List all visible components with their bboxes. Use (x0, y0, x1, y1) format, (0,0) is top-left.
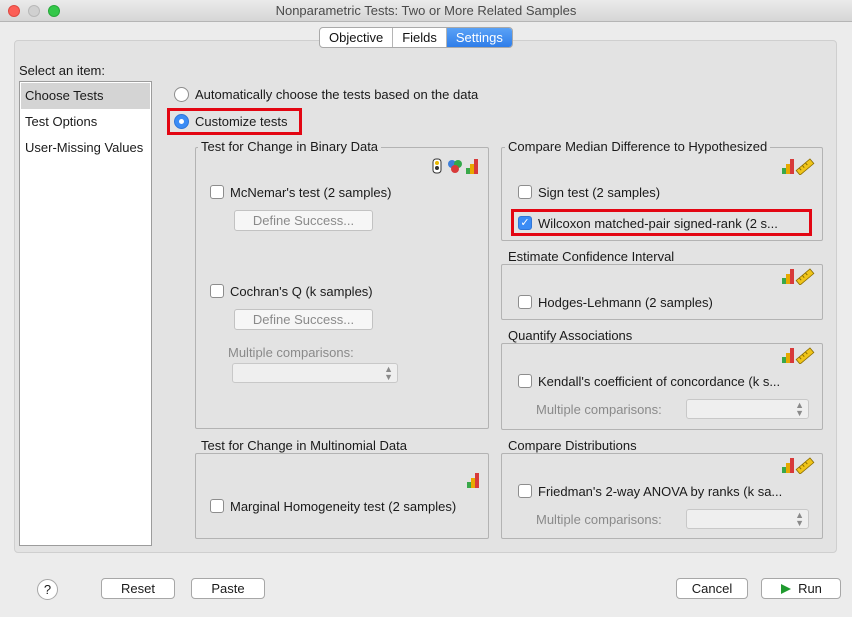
run-label: Run (798, 581, 822, 596)
tab-bar: Objective Fields Settings (319, 27, 513, 48)
wilcoxon-label[interactable]: Wilcoxon matched-pair signed-rank (2 s..… (538, 216, 778, 231)
sidebar-item-choose-tests[interactable]: Choose Tests (21, 83, 150, 109)
sign-test-checkbox[interactable] (518, 185, 532, 199)
confidence-interval-group (501, 264, 823, 320)
cancel-button[interactable]: Cancel (676, 578, 748, 599)
binary-group-title: Test for Change in Binary Data (198, 139, 382, 154)
marginal-homogeneity-checkbox[interactable] (210, 499, 224, 513)
wilcoxon-checkbox[interactable]: ✓ (518, 216, 532, 230)
multinomial-group-title: Test for Change in Multinomial Data (198, 438, 410, 453)
play-icon (781, 583, 792, 594)
distributions-multiple-comparisons-label: Multiple comparisons: (536, 512, 662, 527)
bar-chart-icon (467, 473, 479, 488)
kendall-checkbox[interactable] (518, 374, 532, 388)
scale-icons (782, 457, 815, 474)
marginal-homogeneity-label[interactable]: Marginal Homogeneity test (2 samples) (230, 499, 456, 514)
select-arrows-icon: ▲ ▼ (384, 364, 393, 382)
binary-test-icons (432, 158, 478, 174)
window-title: Nonparametric Tests: Two or More Related… (275, 3, 577, 18)
scale-icons (782, 347, 815, 364)
associations-multiple-comparisons-label: Multiple comparisons: (536, 402, 662, 417)
hodges-lehmann-checkbox[interactable] (518, 295, 532, 309)
auto-tests-label[interactable]: Automatically choose the tests based on … (195, 87, 478, 102)
sidebar-item-test-options[interactable]: Test Options (21, 109, 150, 135)
hodges-lehmann-label[interactable]: Hodges-Lehmann (2 samples) (538, 295, 713, 310)
mcnemar-label[interactable]: McNemar's test (2 samples) (230, 185, 391, 200)
select-arrows-icon: ▲ ▼ (795, 400, 804, 418)
tab-objective[interactable]: Objective (320, 28, 394, 47)
binary-multiple-comparisons-label: Multiple comparisons: (228, 345, 354, 360)
customize-tests-label[interactable]: Customize tests (195, 114, 287, 129)
run-button[interactable]: Run (761, 578, 841, 599)
friedman-checkbox[interactable] (518, 484, 532, 498)
sidebar-heading: Select an item: (19, 63, 105, 78)
checkmark-icon: ✓ (520, 217, 530, 229)
sidebar-item-user-missing-values[interactable]: User-Missing Values (21, 135, 150, 161)
help-button[interactable]: ? (37, 579, 58, 600)
reset-button[interactable]: Reset (101, 578, 175, 599)
median-group-title: Compare Median Difference to Hypothesize… (505, 139, 771, 154)
scale-icons (782, 268, 815, 285)
confidence-group-title: Estimate Confidence Interval (505, 249, 678, 264)
kendall-label[interactable]: Kendall's coefficient of concordance (k … (538, 374, 780, 389)
cochran-checkbox[interactable] (210, 284, 224, 298)
distributions-group-title: Compare Distributions (505, 438, 640, 453)
paste-button[interactable]: Paste (191, 578, 265, 599)
customize-tests-radio[interactable] (174, 114, 189, 129)
binary-multiple-comparisons-select[interactable]: ▲ ▼ (232, 363, 398, 383)
associations-multiple-comparisons-select[interactable]: ▲ ▼ (686, 399, 809, 419)
sign-test-label[interactable]: Sign test (2 samples) (538, 185, 660, 200)
associations-group-title: Quantify Associations (505, 328, 636, 343)
tab-settings[interactable]: Settings (446, 28, 512, 47)
distributions-multiple-comparisons-select[interactable]: ▲ ▼ (686, 509, 809, 529)
friedman-label[interactable]: Friedman's 2-way ANOVA by ranks (k sa... (538, 484, 782, 499)
mcnemar-checkbox[interactable] (210, 185, 224, 199)
auto-tests-radio[interactable] (174, 87, 189, 102)
select-arrows-icon: ▲ ▼ (795, 510, 804, 528)
define-success-button-2[interactable]: Define Success... (234, 309, 373, 330)
define-success-button-1[interactable]: Define Success... (234, 210, 373, 231)
scale-icons (782, 158, 815, 175)
cochran-label[interactable]: Cochran's Q (k samples) (230, 284, 373, 299)
tab-fields[interactable]: Fields (393, 28, 447, 47)
sidebar-list: Choose Tests Test Options User-Missing V… (19, 81, 152, 546)
multinomial-data-group (195, 453, 489, 539)
